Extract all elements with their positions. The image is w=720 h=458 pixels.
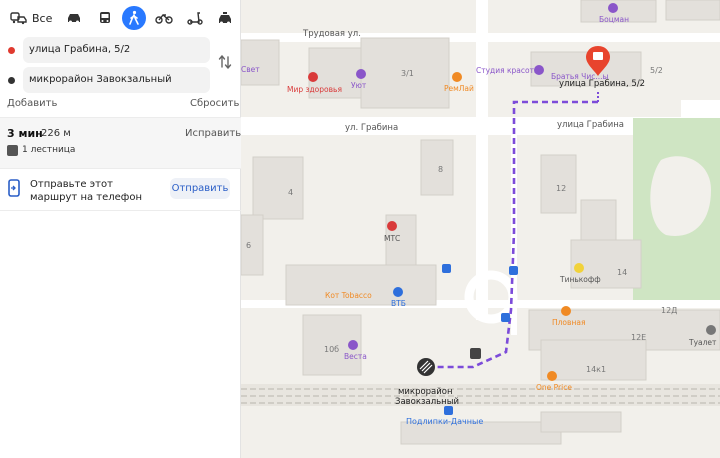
poi-studio-label: Студия красоты: [476, 66, 540, 75]
building-number: 8: [438, 165, 443, 174]
building-number: 14: [617, 268, 627, 277]
transport-mode-bar: Все: [0, 0, 240, 36]
bicycle-icon: [155, 14, 174, 24]
reset-route-link[interactable]: Сбросить: [190, 98, 239, 109]
svg-text:Пловная: Пловная: [552, 318, 585, 327]
origin-label: микрорайон: [398, 387, 453, 397]
scooter-icon: [187, 12, 203, 25]
bus-stop-icon[interactable]: [501, 313, 510, 322]
mode-all-label: Все: [32, 11, 53, 25]
car-icon: [68, 14, 81, 24]
svg-text:ВТБ: ВТБ: [391, 299, 406, 308]
mode-scooter-button[interactable]: [180, 5, 209, 31]
mode-all-button[interactable]: Все: [6, 5, 58, 31]
svg-text:Тинькофф: Тинькофф: [559, 275, 601, 284]
station-label: Подлипки-Дачные: [406, 417, 483, 426]
mode-car-button[interactable]: [59, 5, 88, 31]
building-number: 10б: [324, 345, 339, 354]
stairs-count: 1 лестница: [22, 145, 76, 155]
street-label: улица Грабина: [557, 120, 624, 130]
poi-kot-tobacco[interactable]: Кот Tobacco: [325, 291, 372, 300]
railway: [241, 384, 720, 406]
phone-icon: [8, 179, 20, 197]
route-distance: 226 м: [41, 128, 71, 139]
bus-stop-icon[interactable]: [509, 266, 518, 275]
bank-icon: [574, 263, 584, 273]
poi-svet-label: Свет: [241, 65, 260, 74]
mobile-store-icon: [387, 221, 397, 231]
mode-bicycle-button[interactable]: [150, 5, 179, 31]
building-number: 5/2: [650, 66, 663, 75]
mode-taxi-button[interactable]: [211, 5, 240, 31]
pharmacy-icon: [308, 72, 318, 82]
svg-text:РемЛай: РемЛай: [444, 84, 474, 93]
map-canvas[interactable]: Трудовая ул. ул. Грабина улица Грабина 3…: [241, 0, 720, 458]
building-number: 14к1: [586, 365, 606, 374]
svg-text:Кот Tobacco: Кот Tobacco: [325, 291, 372, 300]
building-number: 6: [246, 241, 251, 250]
waypoint-from: улица Грабина, 5/2: [0, 37, 241, 63]
origin-label: Завокзальный: [395, 397, 459, 407]
map-view[interactable]: Трудовая ул. ул. Грабина улица Грабина 3…: [241, 0, 720, 458]
origin-dot-icon: [8, 47, 15, 54]
walk-icon: [129, 10, 139, 25]
shop-icon: [547, 371, 557, 381]
svg-text:Туалет: Туалет: [688, 338, 717, 347]
bus-icon: [99, 12, 110, 23]
to-input[interactable]: микрорайон Завокзальный: [23, 67, 210, 93]
stairs-icon: [7, 145, 18, 156]
stairs-marker-icon[interactable]: [470, 348, 481, 359]
building-number: 3/1: [401, 69, 414, 78]
bank-icon: [393, 287, 403, 297]
svg-text:Веста: Веста: [344, 352, 367, 361]
svg-text:МТС: МТС: [384, 234, 400, 243]
send-to-phone-button[interactable]: Отправить: [170, 178, 230, 199]
shop-icon: [348, 340, 358, 350]
svg-text:Уют: Уют: [351, 81, 367, 90]
svg-text:Мир здоровья: Мир здоровья: [287, 85, 342, 94]
street-label: Трудовая ул.: [302, 29, 361, 39]
cafe-icon: [561, 306, 571, 316]
add-waypoint-link[interactable]: Добавить: [7, 98, 57, 109]
taxi-icon: [219, 11, 232, 24]
service-icon: [452, 72, 462, 82]
svg-text:One Price: One Price: [536, 383, 572, 392]
toilet-icon: [706, 325, 716, 335]
building-number: 4: [288, 188, 293, 197]
route-panel: Все улица Грабина, 5/2 микрорайон Завокз…: [0, 0, 241, 458]
shop-icon: [608, 3, 618, 13]
street-label: ул. Грабина: [345, 123, 398, 133]
divider: [0, 168, 241, 169]
swap-waypoints-button[interactable]: [216, 53, 234, 71]
bus-stop-icon[interactable]: [442, 264, 451, 273]
route-option-card[interactable]: [0, 118, 241, 168]
shop-icon: [356, 69, 366, 79]
building-number: 12Е: [631, 333, 646, 342]
mode-bus-button[interactable]: [90, 5, 119, 31]
from-input[interactable]: улица Грабина, 5/2: [23, 37, 210, 63]
destination-dot-icon: [8, 77, 15, 84]
building-icon: [593, 52, 603, 60]
mode-walk-button[interactable]: [122, 6, 146, 30]
waypoint-to: микрорайон Завокзальный: [0, 67, 241, 93]
destination-label: улица Грабина, 5/2: [559, 79, 645, 89]
svg-text:Боцман: Боцман: [599, 15, 629, 24]
divider: [0, 210, 241, 211]
fix-route-link[interactable]: Исправить: [185, 128, 241, 139]
swap-arrows-icon: [218, 55, 232, 69]
all-modes-icon: [10, 12, 27, 25]
train-station-icon: [444, 406, 453, 415]
building-number: 12: [556, 184, 566, 193]
send-to-phone-text: Отправьте этот маршрут на телефон: [30, 179, 143, 203]
route-time: 3 мин: [7, 127, 43, 140]
building-number: 12Д: [661, 306, 677, 315]
beauty-icon: [534, 65, 544, 75]
